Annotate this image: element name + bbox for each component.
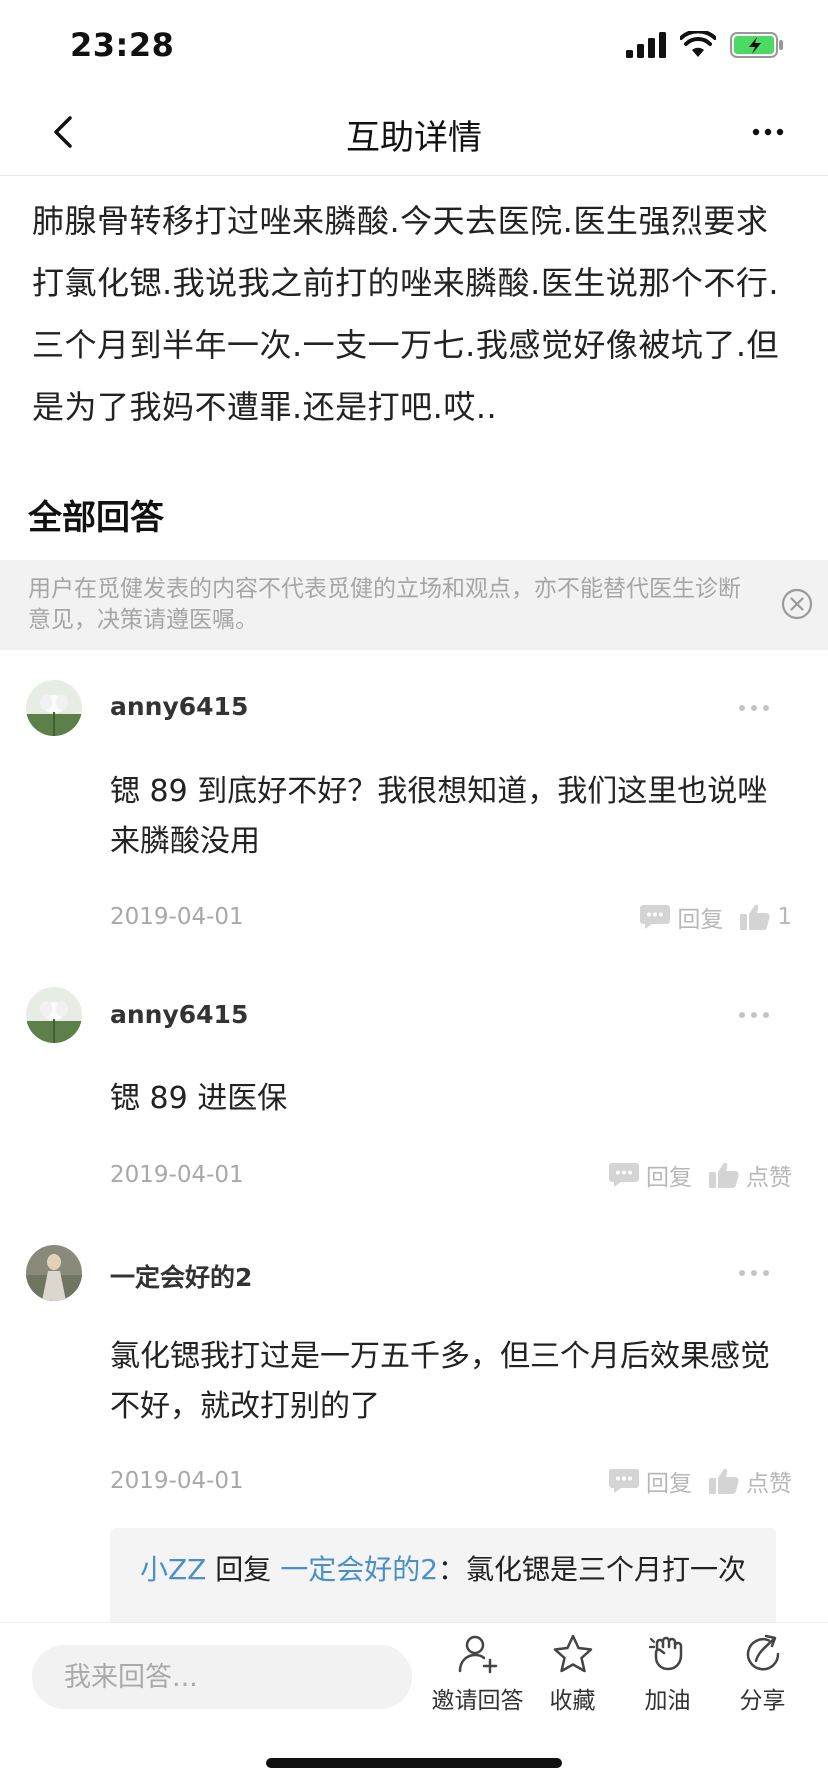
more-options-icon[interactable] (748, 112, 788, 152)
reply-to-user[interactable]: 一定会好的2 (280, 1553, 438, 1586)
favorite-button[interactable]: 收藏 (525, 1633, 620, 1715)
reply-separator: ： (438, 1553, 467, 1586)
bottom-actions: 邀请回答 收藏 加油 分享 (430, 1633, 810, 1715)
thumbs-up-icon (709, 1162, 739, 1188)
share-icon (746, 1634, 779, 1671)
invite-answer-button[interactable]: 邀请回答 (430, 1633, 525, 1715)
thumbs-up-icon (740, 904, 770, 930)
answer-text: 氯化锶我打过是一万五千多，但三个月后效果感觉不好，就改打别的了 (110, 1339, 770, 1424)
star-icon (553, 1634, 592, 1673)
status-icons (626, 30, 784, 60)
avatar[interactable] (26, 987, 82, 1043)
thumbs-up-icon (709, 1468, 739, 1494)
status-time: 23:28 (70, 26, 175, 64)
answer-actions: 回复 点赞 (608, 1158, 792, 1192)
like-label: 点赞 (746, 1471, 792, 1497)
disclaimer-text: 用户在觅健发表的内容不代表觅健的立场和观点，亦不能替代医生诊断意见，决策请遵医嘱… (28, 576, 741, 633)
answer-input[interactable] (32, 1645, 412, 1709)
comment-icon (640, 905, 671, 929)
reply-from-user[interactable]: 小ZZ (140, 1553, 206, 1586)
close-icon[interactable] (780, 587, 814, 621)
answer-actions: 回复 1 (639, 900, 792, 934)
answer-text: 锶 89 进医保 (110, 1081, 288, 1116)
lotus-avatar-icon (26, 680, 82, 736)
answer-date: 2019-04-01 (110, 1162, 244, 1188)
bottom-action-label: 加油 (644, 1688, 691, 1714)
home-indicator (266, 1758, 562, 1768)
reply-text-line: 小ZZ 回复 一定会好的2：氯化锶是三个月打一次 (140, 1548, 750, 1592)
answer-username[interactable]: 一定会好的2 (110, 1258, 252, 1294)
reply-button[interactable]: 回复 (608, 1158, 692, 1192)
bottom-action-label: 邀请回答 (431, 1688, 524, 1714)
navigation-bar: 互助详情 (0, 90, 828, 176)
reply-label: 回复 (677, 907, 724, 933)
like-button[interactable]: 1 (739, 903, 792, 931)
answer-actions: 回复 点赞 (608, 1464, 792, 1498)
answer-username[interactable]: anny6415 (110, 692, 248, 721)
answer-text: 锶 89 到底好不好？我很想知道，我们这里也说唑来膦酸没用 (110, 774, 768, 859)
like-count: 1 (777, 904, 792, 930)
disclaimer-banner: 用户在觅健发表的内容不代表觅健的立场和观点，亦不能替代医生诊断意见，决策请遵医嘱… (0, 560, 828, 650)
more-options-icon[interactable] (736, 1009, 772, 1021)
fist-icon (648, 1636, 682, 1671)
like-button[interactable]: 点赞 (708, 1158, 792, 1192)
reply-button[interactable]: 回复 (608, 1464, 692, 1498)
comment-icon (609, 1469, 639, 1493)
all-answers-heading: 全部回答 (28, 498, 164, 538)
reply-label: 回复 (646, 1165, 692, 1191)
bottom-action-label: 分享 (739, 1688, 786, 1714)
avatar[interactable] (26, 1245, 82, 1301)
share-button[interactable]: 分享 (715, 1633, 810, 1715)
comment-icon (609, 1163, 639, 1187)
like-label: 点赞 (746, 1165, 792, 1191)
cheer-button[interactable]: 加油 (620, 1633, 715, 1715)
more-options-icon[interactable] (736, 702, 772, 714)
more-options-icon[interactable] (736, 1267, 772, 1279)
invite-user-icon (458, 1635, 497, 1674)
cellular-signal-icon (626, 32, 666, 58)
question-text: 肺腺骨转移打过唑来膦酸.今天去医院.医生强烈要求打氯化锶.我说我之前打的唑来膦酸… (32, 202, 780, 426)
wifi-icon (680, 31, 716, 57)
answer-date: 2019-04-01 (110, 904, 244, 930)
lotus-avatar-icon (26, 987, 82, 1043)
avatar[interactable] (26, 680, 82, 736)
reply-label: 回复 (646, 1471, 692, 1497)
answer-date: 2019-04-01 (110, 1468, 244, 1494)
reply-text: 氯化锶是三个月打一次 (466, 1553, 747, 1586)
figure-avatar-icon (26, 1245, 82, 1301)
page-title: 互助详情 (346, 118, 482, 158)
reply-connector: 回复 (206, 1553, 281, 1586)
like-button[interactable]: 点赞 (708, 1464, 792, 1498)
battery-charging-icon (730, 32, 783, 58)
answer-username[interactable]: anny6415 (110, 1000, 248, 1029)
reply-button[interactable]: 回复 (639, 900, 723, 934)
bottom-action-label: 收藏 (549, 1688, 596, 1714)
status-bar: 23:28 (0, 0, 828, 90)
